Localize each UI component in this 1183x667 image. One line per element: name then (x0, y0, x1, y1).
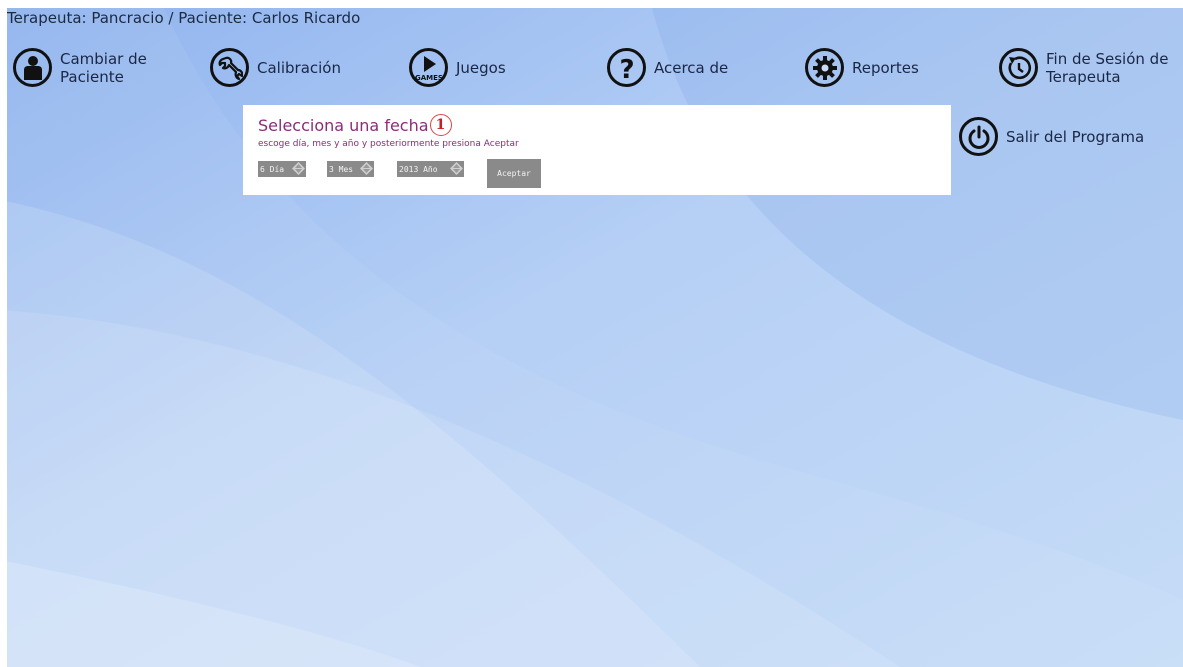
question-icon: ? (607, 48, 646, 87)
user-icon (13, 48, 52, 87)
month-spinner-arrows-icon[interactable] (359, 161, 374, 176)
step-number-badge: 1 (429, 114, 452, 136)
date-selection-panel: Selecciona una fecha 1 escoge día, mes y… (243, 105, 951, 195)
year-spinner-arrows-icon[interactable] (449, 161, 464, 176)
exit-program-button[interactable]: Salir del Programa (959, 117, 1144, 156)
change-patient-label: Cambiar de Paciente (60, 49, 147, 86)
about-label: Acerca de (654, 58, 729, 77)
background-wallpaper (0, 0, 1183, 667)
day-spinner[interactable]: 6 Día (258, 161, 306, 177)
games-play-icon: GAMES (409, 48, 448, 87)
calibration-label: Calibración (257, 58, 341, 77)
gear-icon (805, 48, 844, 87)
panel-title: Selecciona una fecha 1 (258, 114, 452, 136)
restart-icon (999, 48, 1038, 87)
day-spinner-value: 6 Día (260, 164, 285, 174)
reports-button[interactable]: Reportes (805, 48, 919, 87)
games-label: Juegos (456, 58, 506, 77)
svg-text:?: ? (619, 55, 634, 82)
end-session-label: Fin de Sesión de Terapeuta (1046, 49, 1169, 86)
panel-title-text: Selecciona una fecha (258, 115, 429, 135)
games-icon-text: GAMES (415, 74, 443, 82)
calibration-button[interactable]: Calibración (210, 48, 341, 87)
day-spinner-arrows-icon[interactable] (291, 161, 306, 176)
games-button[interactable]: GAMES Juegos (409, 48, 506, 87)
power-icon (959, 117, 998, 156)
month-spinner-value: 3 Mes (329, 164, 354, 174)
year-spinner-value: 2013 Año (399, 164, 438, 174)
exit-program-label: Salir del Programa (1006, 127, 1145, 146)
wrench-icon (210, 48, 249, 87)
panel-instructions: escoge día, mes y año y posteriormente p… (258, 139, 519, 149)
year-spinner[interactable]: 2013 Año (397, 161, 464, 177)
accept-button[interactable]: Aceptar (487, 159, 541, 188)
end-session-button[interactable]: Fin de Sesión de Terapeuta (999, 48, 1168, 87)
reports-label: Reportes (852, 58, 919, 77)
session-info: Terapeuta: Pancracio / Paciente: Carlos … (7, 9, 361, 27)
about-button[interactable]: ? Acerca de (607, 48, 728, 87)
month-spinner[interactable]: 3 Mes (327, 161, 374, 177)
change-patient-button[interactable]: Cambiar de Paciente (13, 48, 147, 87)
